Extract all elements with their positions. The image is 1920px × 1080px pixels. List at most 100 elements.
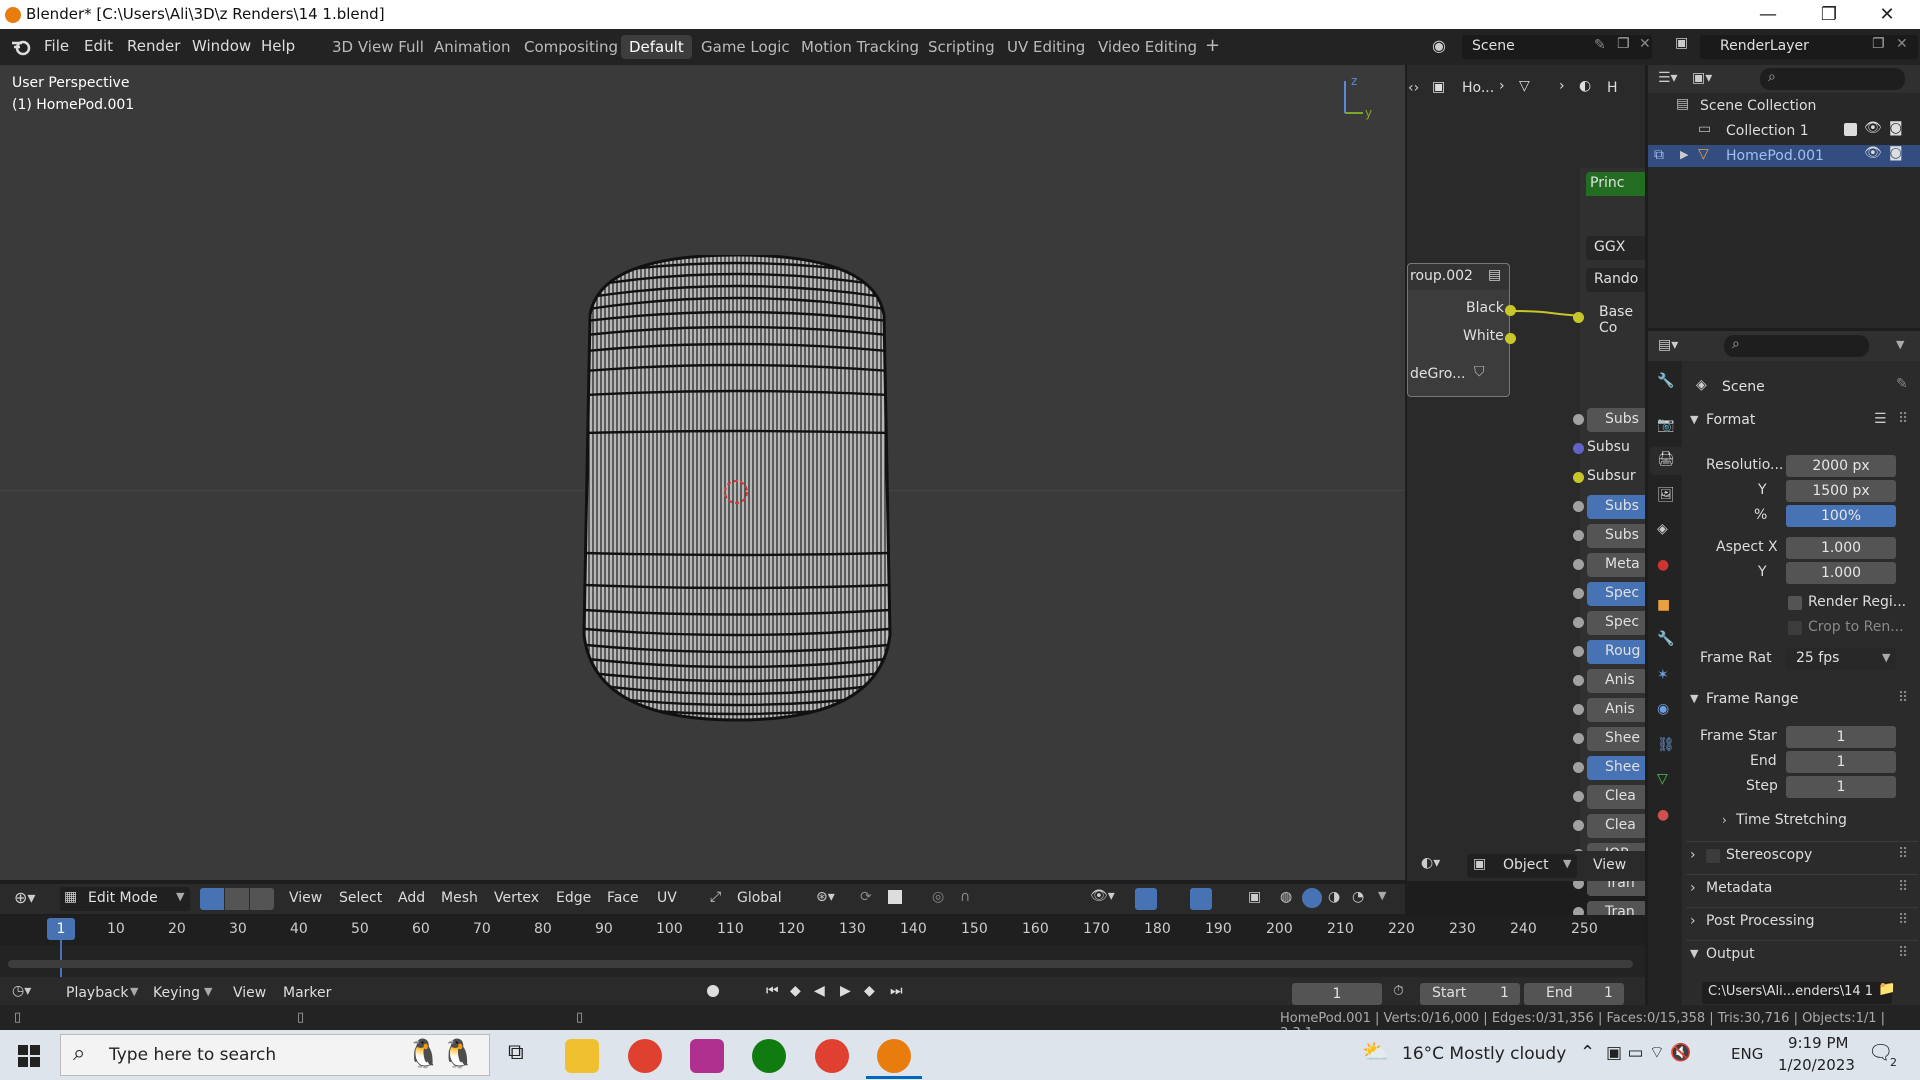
playback-menu[interactable]: Playback xyxy=(66,985,128,1001)
keying-menu[interactable]: Keying xyxy=(153,985,200,1001)
output-path-field[interactable]: C:\Users\Ali...enders\14 1 xyxy=(1702,982,1892,1004)
camera-icon[interactable]: ◙ xyxy=(1889,145,1903,161)
node-view-menu[interactable]: View xyxy=(1593,857,1626,873)
socket-base-color[interactable] xyxy=(1573,312,1584,323)
outliner-scene-collection[interactable]: Scene Collection xyxy=(1700,98,1816,114)
stereoscopy-checkbox[interactable] xyxy=(1706,849,1720,863)
pin-icon[interactable]: ✎ xyxy=(1594,37,1606,53)
maximize-button[interactable]: ❐ xyxy=(1806,2,1852,28)
pin-icon[interactable]: ✎ xyxy=(1896,376,1908,392)
shading-options-icon[interactable]: ▼ xyxy=(1378,889,1386,902)
tab-game-logic[interactable]: Game Logic xyxy=(693,35,798,59)
collapse-arrows-icon[interactable]: ‹› xyxy=(1408,80,1419,96)
modifier-tab-icon[interactable]: 🔧 xyxy=(1657,631,1674,647)
pivot-icon[interactable]: ⊛▾ xyxy=(816,889,835,905)
view-layer-icon[interactable]: ▣ xyxy=(1675,35,1688,51)
snap-target-icon[interactable] xyxy=(888,890,902,904)
eye-icon[interactable]: 👁 xyxy=(1864,145,1882,161)
stopwatch-icon[interactable]: ⏱ xyxy=(1393,983,1404,999)
chevron-right-icon[interactable]: › xyxy=(1690,847,1696,863)
group-datablock[interactable]: deGro... xyxy=(1410,366,1465,382)
properties-search-input[interactable]: ⌕ xyxy=(1724,335,1869,357)
menu-face[interactable]: Face xyxy=(607,890,639,906)
editor-type-icon[interactable]: ⊕▾ xyxy=(14,888,35,907)
aspect-x-field[interactable]: 1.000 xyxy=(1786,537,1896,559)
new-view-layer-icon[interactable]: ❐ xyxy=(1872,36,1885,52)
input-socket[interactable] xyxy=(1573,733,1584,744)
principled-input-10[interactable]: Anis xyxy=(1587,698,1645,722)
jump-end-icon[interactable]: ⏭ xyxy=(890,983,903,999)
fake-user-shield-icon[interactable]: ⛉ xyxy=(1474,364,1485,380)
presets-icon[interactable]: ☰ xyxy=(1874,411,1887,427)
input-socket[interactable] xyxy=(1573,530,1584,541)
close-window-button[interactable]: ✕ xyxy=(1864,2,1910,28)
input-socket[interactable] xyxy=(1573,443,1584,454)
taskbar-search-input[interactable]: ⌕ Type here to search 🐧🐧 xyxy=(60,1034,490,1076)
metadata-panel[interactable]: Metadata xyxy=(1706,880,1772,896)
weather-icon[interactable]: ⛅ xyxy=(1362,1040,1389,1065)
node-editor[interactable]: ‹› ▣ Ho... › ▽ › ◐ H roup.002 ▤ Black Wh… xyxy=(1407,65,1645,948)
menu-window[interactable]: Window xyxy=(192,37,251,55)
play-icon[interactable]: ▶ xyxy=(840,983,851,999)
chevron-right-icon[interactable]: › xyxy=(1690,913,1696,929)
current-frame-marker[interactable]: 1 xyxy=(47,918,75,940)
principled-input-6[interactable]: Spec xyxy=(1587,582,1645,606)
falloff-icon[interactable]: ∩ xyxy=(960,889,970,905)
input-socket[interactable] xyxy=(1573,646,1584,657)
menu-view[interactable]: View xyxy=(289,890,322,906)
outliner-type-icon[interactable]: ☰▾ xyxy=(1658,70,1678,86)
format-panel-header[interactable]: ▼ Format ☰ ⠿ xyxy=(1686,407,1918,437)
principled-input-14[interactable]: Clea xyxy=(1587,814,1645,838)
menu-edit[interactable]: Edit xyxy=(84,37,113,55)
distribution-field[interactable]: GGX xyxy=(1594,239,1625,255)
windows-start-icon[interactable] xyxy=(18,1045,40,1067)
render-region-checkbox[interactable] xyxy=(1788,596,1802,610)
delete-view-layer-icon[interactable]: ✕ xyxy=(1896,36,1908,52)
mode-selector[interactable]: ▦ Edit Mode ▼ xyxy=(60,887,190,911)
resolution-y-field[interactable]: 1500 px xyxy=(1786,480,1896,502)
principled-input-5[interactable]: Meta xyxy=(1587,553,1645,577)
post-processing-panel[interactable]: Post Processing xyxy=(1706,913,1815,929)
timeline-view-menu[interactable]: View xyxy=(233,985,266,1001)
input-socket[interactable] xyxy=(1573,791,1584,802)
frame-start-field[interactable]: 1 xyxy=(1786,726,1896,748)
frame-rate-dropdown[interactable]: 25 fps ▼ xyxy=(1786,648,1896,670)
proportional-edit-icon[interactable]: ◎ xyxy=(932,889,944,905)
menu-help[interactable]: Help xyxy=(261,37,295,55)
prev-keyframe-icon[interactable]: ◆ xyxy=(790,983,801,999)
stereoscopy-panel[interactable]: Stereoscopy xyxy=(1726,847,1812,863)
chevron-right-icon[interactable]: › xyxy=(1722,813,1727,827)
overlay-toggle-icon[interactable] xyxy=(1190,888,1212,910)
eye-icon[interactable]: 👁 xyxy=(1864,120,1882,136)
frame-step-field[interactable]: 1 xyxy=(1786,776,1896,798)
principled-input-9[interactable]: Anis xyxy=(1587,669,1645,693)
orientation-label[interactable]: Global xyxy=(737,890,782,906)
material-tab-icon[interactable]: ● xyxy=(1657,807,1669,823)
input-socket[interactable] xyxy=(1573,414,1584,425)
input-socket[interactable] xyxy=(1573,617,1584,628)
jump-start-icon[interactable]: ⏮ xyxy=(766,983,779,999)
collection-checkbox[interactable] xyxy=(1844,123,1857,136)
chrome-profile-icon[interactable] xyxy=(815,1039,849,1073)
timeline-type-icon[interactable]: ◷▾ xyxy=(12,983,31,999)
output-panel[interactable]: Output xyxy=(1706,946,1755,962)
principled-input-4[interactable]: Subs xyxy=(1587,524,1645,548)
instagram-icon[interactable] xyxy=(690,1039,724,1073)
current-frame-field[interactable]: 1 xyxy=(1292,983,1382,1005)
visibility-icon[interactable]: 👁▾ xyxy=(1090,888,1115,904)
properties-type-icon[interactable]: ▤▾ xyxy=(1658,337,1678,353)
principled-input-12[interactable]: Shee xyxy=(1587,756,1645,780)
tray-icons[interactable]: ▣ ▭ ⌔ 🔇 xyxy=(1606,1042,1691,1063)
input-socket[interactable] xyxy=(1573,501,1584,512)
drag-handle-icon[interactable]: ⠿ xyxy=(1898,411,1908,427)
node-editor-type-icon[interactable]: ◐▾ xyxy=(1421,855,1440,871)
language-indicator[interactable]: ENG xyxy=(1731,1045,1763,1063)
gizmo-toggle-icon[interactable] xyxy=(1135,888,1157,910)
delete-scene-icon[interactable]: ✕ xyxy=(1639,36,1651,52)
breadcrumb-material[interactable]: H xyxy=(1607,80,1618,96)
properties-editor[interactable]: ▤▾ ⌕ ▼ 🔧 📷 🖨 🖼 ◈ ● ■ 🔧 ✶ ◉ ⛓ ▽ ● ◈ Scene… xyxy=(1648,331,1920,1011)
world-tab-icon[interactable]: ● xyxy=(1657,557,1669,573)
principled-input-7[interactable]: Spec xyxy=(1587,611,1645,635)
weather-text[interactable]: 16°C Mostly cloudy xyxy=(1402,1044,1566,1064)
chrome-icon[interactable] xyxy=(628,1039,662,1073)
